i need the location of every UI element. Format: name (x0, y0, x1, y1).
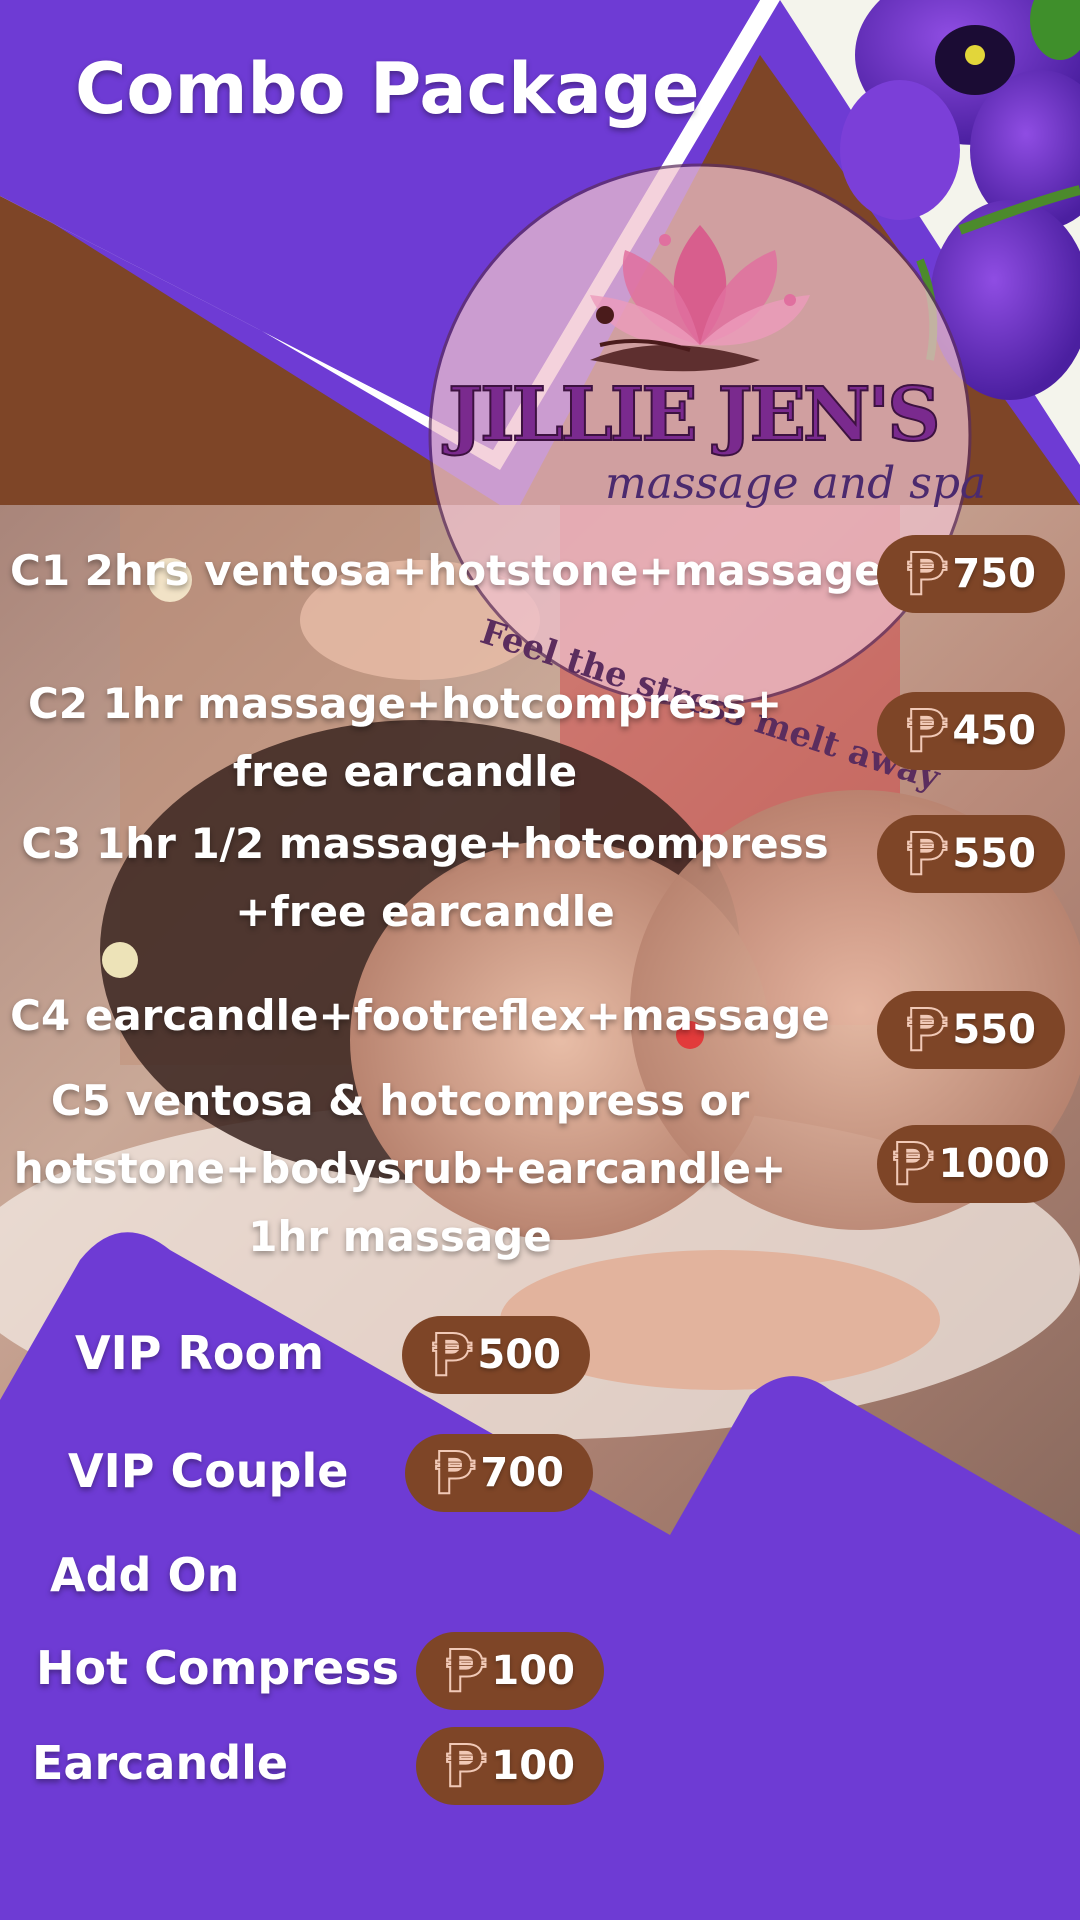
combo-c5-description: C5 ventosa & hotcompress or hotstone+bod… (13, 1076, 787, 1261)
poster: Combo Package JILLIE JEN'S massage and s… (0, 0, 1080, 1920)
vip-couple-price: ₱ 700 (405, 1434, 593, 1512)
addon-heading: Add On (50, 1548, 240, 1602)
peso-icon: ₱ (905, 819, 947, 889)
peso-icon: ₱ (444, 1636, 486, 1706)
page-title: Combo Package (75, 48, 700, 130)
combo-c3-price: ₱ 550 (877, 815, 1065, 893)
addon-earcandle-label: Earcandle (32, 1736, 289, 1790)
peso-icon: ₱ (433, 1438, 475, 1508)
peso-icon: ₱ (905, 539, 947, 609)
peso-icon: ₱ (444, 1731, 486, 1801)
peso-icon: ₱ (905, 696, 947, 766)
vip-room-price: ₱ 500 (402, 1316, 590, 1394)
combo-c5-price: ₱ 1000 (877, 1125, 1065, 1203)
combo-c2-price: ₱ 450 (877, 692, 1065, 770)
vip-room-label: VIP Room (75, 1326, 325, 1380)
combo-c3-description: C3 1hr 1/2 massage+hotcompress +free ear… (21, 819, 829, 936)
combo-c1-description: C1 2hrs ventosa+hotstone+massage (10, 546, 883, 595)
peso-icon: ₱ (430, 1320, 472, 1390)
logo-subtitle-text: massage and spa (605, 458, 987, 509)
addon-hot-compress-price: ₱ 100 (416, 1632, 604, 1710)
combo-c2-description: C2 1hr massage+hotcompress+ free earcand… (27, 679, 783, 796)
combo-c4-description: C4 earcandle+footreflex+massage (10, 991, 830, 1040)
logo-brand-text: JILLIE JEN'S (447, 371, 942, 459)
peso-icon: ₱ (891, 1129, 933, 1199)
peso-icon: ₱ (905, 995, 947, 1065)
combo-c1-price: ₱ 750 (877, 535, 1065, 613)
addon-hot-compress-label: Hot Compress (36, 1641, 399, 1695)
vip-couple-label: VIP Couple (68, 1444, 349, 1498)
combo-c4-price: ₱ 550 (877, 991, 1065, 1069)
addon-earcandle-price: ₱ 100 (416, 1727, 604, 1805)
